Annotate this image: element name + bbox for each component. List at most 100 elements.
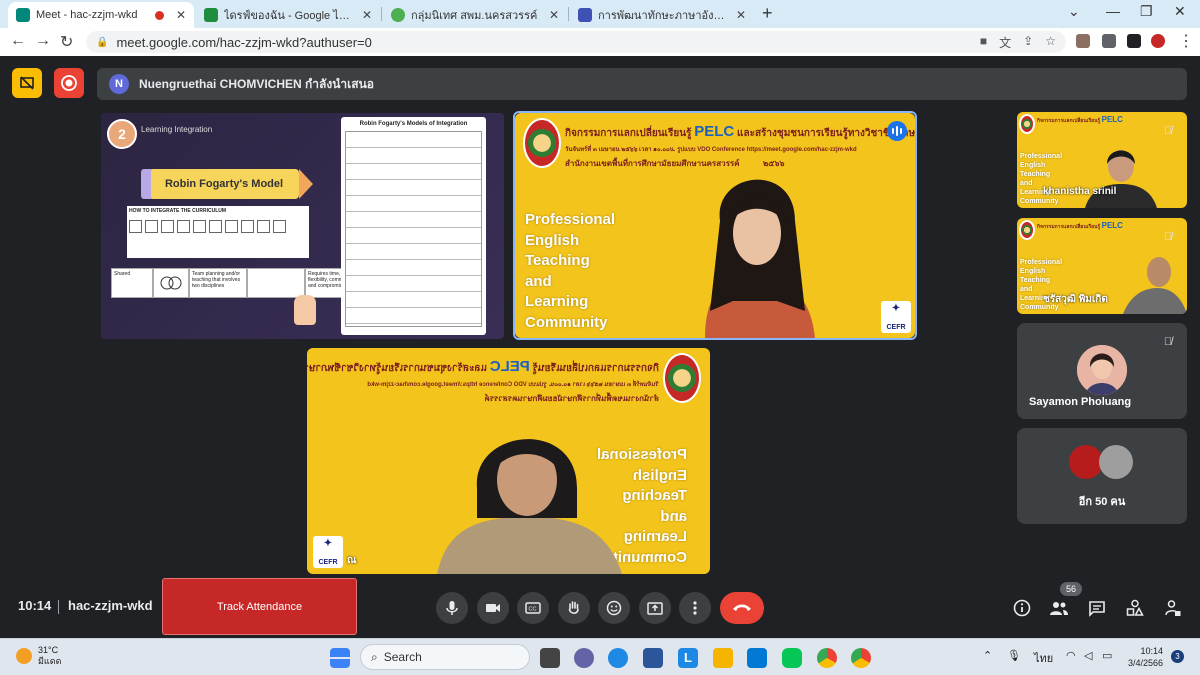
info-icon (1013, 599, 1031, 617)
forward-icon[interactable]: → (35, 32, 51, 50)
drive-favicon-icon (204, 8, 218, 22)
taskbar-search[interactable]: ⌕ Search (360, 644, 530, 670)
lock-person-icon (1165, 600, 1181, 616)
weather-condition: มีแดด (38, 656, 62, 666)
mic-off-icon: 🎙̸ (1163, 336, 1173, 348)
chrome-icon[interactable] (817, 648, 837, 668)
new-tab-icon[interactable]: + (762, 3, 773, 24)
presentation-tile[interactable]: 2 Learning Integration Robin Fogarty's M… (101, 113, 504, 339)
tab-label: การพัฒนาทักษะภาษาอังกฤษ English (598, 10, 730, 22)
participant-tile-charatsawut[interactable]: กิจกรรมการแลกเปลี่ยนเรียนรู้ PELC Profes… (1017, 218, 1187, 314)
people-button[interactable] (1047, 596, 1071, 620)
more-options-button[interactable] (679, 592, 711, 624)
file-explorer-icon[interactable] (713, 648, 733, 668)
extension-icon[interactable] (1076, 34, 1090, 48)
notification-badge[interactable]: 3 (1171, 650, 1184, 663)
mail-icon[interactable] (747, 648, 767, 668)
self-view-tile[interactable]: กิจกรรมการแลกเปลี่ยนเรียนรู้ PELC และสร้… (307, 348, 710, 574)
diagram-caption: HOW TO INTEGRATE THE CURRICULUM (129, 208, 227, 214)
weather-widget[interactable]: 31°C มีแดด (16, 645, 61, 667)
stop-presenting-icon[interactable] (12, 68, 42, 98)
omnibox-actions: ■ 文 ⇪ ☆ (980, 34, 1056, 51)
meeting-details-button[interactable] (1010, 596, 1034, 620)
close-tab-icon[interactable]: ✕ (549, 8, 559, 22)
close-window-icon[interactable]: ✕ (1174, 3, 1186, 20)
more-participants-tile[interactable]: อีก 50 คน (1017, 428, 1187, 524)
windows-start-icon[interactable] (330, 648, 350, 668)
temperature: 31°C (38, 645, 59, 655)
reactions-button[interactable] (598, 592, 630, 624)
volume-icon[interactable]: ◁ (1084, 649, 1092, 662)
menu-dots-icon[interactable]: ⋮ (1178, 31, 1194, 51)
presenter-avatar: N (109, 74, 129, 94)
search-icon: ⌕ (371, 649, 378, 664)
tab-forms[interactable]: การพัฒนาทักษะภาษาอังกฤษ English ✕ (570, 2, 754, 28)
restore-icon[interactable]: ❐ (1140, 3, 1153, 20)
recording-icon[interactable] (54, 68, 84, 98)
lock-icon: 🔒 (96, 36, 109, 48)
back-icon[interactable]: ← (10, 32, 26, 50)
model-description-cell: Team planning and/or teaching that invol… (189, 268, 247, 298)
microphone-tray-icon[interactable]: 🎙 (1007, 649, 1021, 662)
tab-supervision[interactable]: กลุ่มนิเทศ สพม.นครสวรรค์ ✕ (383, 2, 567, 28)
participant-tile-khanistha[interactable]: กิจกรรมการแลกเปลี่ยนเรียนรู้ PELC Profes… (1017, 112, 1187, 208)
obec-seal-logo (663, 353, 701, 403)
side-panel-icon[interactable] (1127, 34, 1141, 48)
reload-icon[interactable]: ↻ (60, 32, 73, 52)
wifi-icon[interactable]: ◠ (1066, 649, 1076, 662)
track-attendance-button[interactable]: Track Attendance (162, 578, 357, 635)
profile-avatar[interactable] (1151, 34, 1165, 48)
share-icon[interactable]: ⇪ (1023, 34, 1033, 51)
edge-icon[interactable] (608, 648, 628, 668)
bookmark-star-icon[interactable]: ☆ (1045, 34, 1056, 51)
line-app-icon[interactable] (782, 648, 802, 668)
globe-favicon-icon (391, 8, 405, 22)
close-tab-icon[interactable]: ✕ (736, 8, 746, 22)
camera-icon[interactable]: ■ (980, 34, 987, 51)
tab-meet[interactable]: Meet - hac-zzjm-wkd ✕ (8, 2, 194, 28)
microphone-button[interactable] (436, 592, 468, 624)
system-clock[interactable]: 10:14 3/4/2566 (1128, 645, 1163, 669)
tab-search-chevron-icon[interactable]: ⌄ (1068, 3, 1080, 20)
model-name-cell: Shared (111, 268, 153, 298)
address-bar[interactable]: 🔒 meet.google.com/hac-zzjm-wkd?authuser=… (86, 31, 1066, 53)
camera-button[interactable] (477, 592, 509, 624)
shared-model-row: Shared Team planning and/or teaching tha… (111, 268, 361, 298)
participant-count-badge: 56 (1060, 582, 1082, 596)
teams-chat-icon[interactable] (574, 648, 594, 668)
chat-button[interactable] (1085, 596, 1109, 620)
task-view-icon[interactable] (540, 648, 560, 668)
mirrored-banner-line-3: สำนักงานเขตพื้นที่การศึกษามัธยมศึกษานครส… (484, 394, 659, 403)
captions-button[interactable]: CC (517, 592, 549, 624)
system-date: 3/4/2566 (1128, 658, 1164, 668)
present-button[interactable] (639, 592, 671, 624)
model-advantage-cell (247, 268, 305, 298)
lecture-app-icon[interactable]: L (678, 648, 698, 668)
leave-call-button[interactable] (720, 592, 764, 624)
minimize-icon[interactable]: — (1106, 3, 1120, 19)
meet-favicon-icon (16, 8, 30, 22)
activities-button[interactable] (1123, 596, 1147, 620)
search-placeholder: Search (383, 650, 422, 664)
translate-icon[interactable]: 文 (999, 34, 1011, 51)
people-icon (1050, 602, 1068, 615)
close-tab-icon[interactable]: ✕ (362, 8, 372, 22)
show-hidden-icons-chevron-icon[interactable]: ⌃ (983, 649, 992, 662)
svg-text:CC: CC (529, 607, 537, 613)
puzzle-icon[interactable] (1102, 34, 1116, 48)
battery-icon[interactable]: ▭ (1102, 649, 1112, 662)
tab-label: Meet - hac-zzjm-wkd (36, 9, 138, 21)
table-title: Robin Fogarty's Models of Integration (359, 121, 468, 127)
participant-tile-sayamon[interactable]: 🎙̸ Sayamon Pholuang (1017, 323, 1187, 419)
host-controls-button[interactable] (1161, 596, 1185, 620)
input-language[interactable]: ไทย (1034, 649, 1053, 667)
participant-avatar (1077, 345, 1127, 395)
more-vert-icon (693, 601, 697, 615)
chrome-profile-icon[interactable] (851, 648, 871, 668)
raise-hand-button[interactable] (558, 592, 590, 624)
participant-name: khanistha srinil (1043, 186, 1117, 197)
close-tab-icon[interactable]: ✕ (176, 8, 186, 22)
word-icon[interactable] (643, 648, 663, 668)
venn-icon (153, 268, 189, 298)
tab-drive[interactable]: ไดรฟ์ของฉัน - Google ไดรฟ์ ✕ (196, 2, 380, 28)
